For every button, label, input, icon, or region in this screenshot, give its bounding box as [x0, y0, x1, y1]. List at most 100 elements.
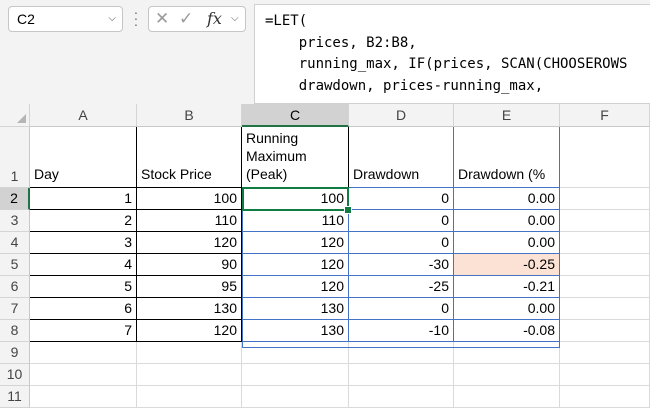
formula-text: =LET( prices, B2:B8, running_max, IF(pri…	[265, 13, 628, 94]
cell-running-max-value: 120	[320, 234, 344, 250]
header-cell-b[interactable]: Stock Price	[137, 127, 242, 188]
cell-empty[interactable]	[242, 342, 349, 364]
cell-drawdown[interactable]: -30	[349, 254, 454, 276]
fill-handle[interactable]	[344, 206, 352, 214]
cell-drawdown-pct[interactable]: 0.00	[454, 210, 560, 232]
cell-empty[interactable]	[454, 342, 560, 364]
cell-empty[interactable]	[560, 342, 650, 364]
row-header-11[interactable]: 11	[0, 386, 30, 408]
cell-drawdown-pct[interactable]: 0.00	[454, 298, 560, 320]
cell-drawdown-value: 0	[441, 300, 449, 316]
row-header-2[interactable]: 2	[0, 188, 30, 210]
cell-empty[interactable]	[30, 386, 137, 408]
row-header-4[interactable]: 4	[0, 232, 30, 254]
cell-drawdown-pct[interactable]: -0.25	[454, 254, 560, 276]
formula-input[interactable]: =LET( prices, B2:B8, running_max, IF(pri…	[254, 4, 650, 104]
header-cell-e[interactable]: Drawdown (%	[454, 127, 560, 188]
column-header-f[interactable]: F	[560, 104, 650, 127]
cell-empty[interactable]	[349, 386, 454, 408]
cancel-icon[interactable]: ✕	[155, 7, 169, 31]
more-options-icon[interactable]: · · ·	[130, 5, 142, 31]
header-cell-d[interactable]: Drawdown	[349, 127, 454, 188]
header-cell-a[interactable]: Day	[30, 127, 137, 188]
cell-running-max[interactable]: 120	[242, 232, 349, 254]
row-header-1[interactable]: 1	[0, 127, 30, 188]
cell-f1[interactable]	[560, 127, 650, 188]
column-header-b[interactable]: B	[137, 104, 242, 127]
header-cell-c[interactable]: Running Maximum (Peak)	[242, 127, 349, 188]
cell-empty[interactable]	[560, 386, 650, 408]
cell-stock-price[interactable]: 95	[137, 276, 242, 298]
cell-empty[interactable]	[137, 364, 242, 386]
cell-empty[interactable]	[349, 364, 454, 386]
cell-empty[interactable]	[560, 298, 650, 320]
column-header-c[interactable]: C	[242, 104, 349, 127]
name-box[interactable]: C2 ⌵	[8, 6, 123, 32]
cell-day[interactable]: 5	[30, 276, 137, 298]
cell-drawdown-pct[interactable]: -0.08	[454, 320, 560, 342]
cell-day[interactable]: 3	[30, 232, 137, 254]
cell-stock-price[interactable]: 120	[137, 232, 242, 254]
cell-empty[interactable]	[560, 232, 650, 254]
cell-empty[interactable]	[560, 276, 650, 298]
cell-day[interactable]: 7	[30, 320, 137, 342]
cell-drawdown-pct[interactable]: 0.00	[454, 188, 560, 210]
cell-drawdown[interactable]: 0	[349, 298, 454, 320]
cell-day[interactable]: 4	[30, 254, 137, 276]
cell-stock-price[interactable]: 110	[137, 210, 242, 232]
cell-running-max[interactable]: 130	[242, 320, 349, 342]
cell-day[interactable]: 1	[30, 188, 137, 210]
worksheet-grid[interactable]: A B C D E F 1 2 3 4 5 6 7 8 9 10 11 Day Stock Price Running…	[0, 104, 650, 415]
cell-day-value: 4	[124, 256, 132, 272]
column-header-a[interactable]: A	[30, 104, 137, 127]
cell-empty[interactable]	[560, 254, 650, 276]
cell-drawdown[interactable]: 0	[349, 210, 454, 232]
row-header-6[interactable]: 6	[0, 276, 30, 298]
cell-day[interactable]: 6	[30, 298, 137, 320]
row-header-3[interactable]: 3	[0, 210, 30, 232]
row-header-8[interactable]: 8	[0, 320, 30, 342]
cell-empty[interactable]	[30, 342, 137, 364]
cell-stock-price[interactable]: 90	[137, 254, 242, 276]
select-all-icon[interactable]	[17, 114, 26, 123]
cell-empty[interactable]	[349, 342, 454, 364]
cell-running-max[interactable]: 120	[242, 254, 349, 276]
select-all-corner[interactable]	[0, 104, 30, 127]
chevron-down-icon[interactable]: ⌵	[231, 7, 239, 31]
cell-running-max[interactable]: 100	[242, 188, 349, 210]
cell-stock-price[interactable]: 120	[137, 320, 242, 342]
row-header-7[interactable]: 7	[0, 298, 30, 320]
row-header-9[interactable]: 9	[0, 342, 30, 364]
cell-empty[interactable]	[560, 364, 650, 386]
cell-stock-price[interactable]: 100	[137, 188, 242, 210]
cell-drawdown[interactable]: 0	[349, 232, 454, 254]
cell-empty[interactable]	[454, 386, 560, 408]
cell-drawdown-pct[interactable]: 0.00	[454, 232, 560, 254]
cell-drawdown[interactable]: -10	[349, 320, 454, 342]
cell-empty[interactable]	[137, 342, 242, 364]
cell-empty[interactable]	[242, 386, 349, 408]
insert-function-icon[interactable]: fx	[207, 7, 222, 31]
cell-drawdown[interactable]: -25	[349, 276, 454, 298]
cell-empty[interactable]	[454, 364, 560, 386]
cell-empty[interactable]	[137, 386, 242, 408]
column-header-d[interactable]: D	[349, 104, 454, 127]
row-header-5[interactable]: 5	[0, 254, 30, 276]
cell-running-max[interactable]: 130	[242, 298, 349, 320]
cell-running-max[interactable]: 110	[242, 210, 349, 232]
cell-empty[interactable]	[242, 364, 349, 386]
column-header-e[interactable]: E	[454, 104, 560, 127]
cell-running-max[interactable]: 120	[242, 276, 349, 298]
cell-empty[interactable]	[560, 320, 650, 342]
chevron-down-icon[interactable]: ⌵	[108, 7, 116, 31]
cell-drawdown[interactable]: 0	[349, 188, 454, 210]
cell-day[interactable]: 2	[30, 210, 137, 232]
cell-empty[interactable]	[30, 364, 137, 386]
enter-check-icon[interactable]: ✓	[179, 7, 193, 31]
row-header-10[interactable]: 10	[0, 364, 30, 386]
header-cell-a-value: Day	[34, 166, 59, 182]
cell-stock-price[interactable]: 130	[137, 298, 242, 320]
cell-empty[interactable]	[560, 188, 650, 210]
cell-empty[interactable]	[560, 210, 650, 232]
cell-drawdown-pct[interactable]: -0.21	[454, 276, 560, 298]
